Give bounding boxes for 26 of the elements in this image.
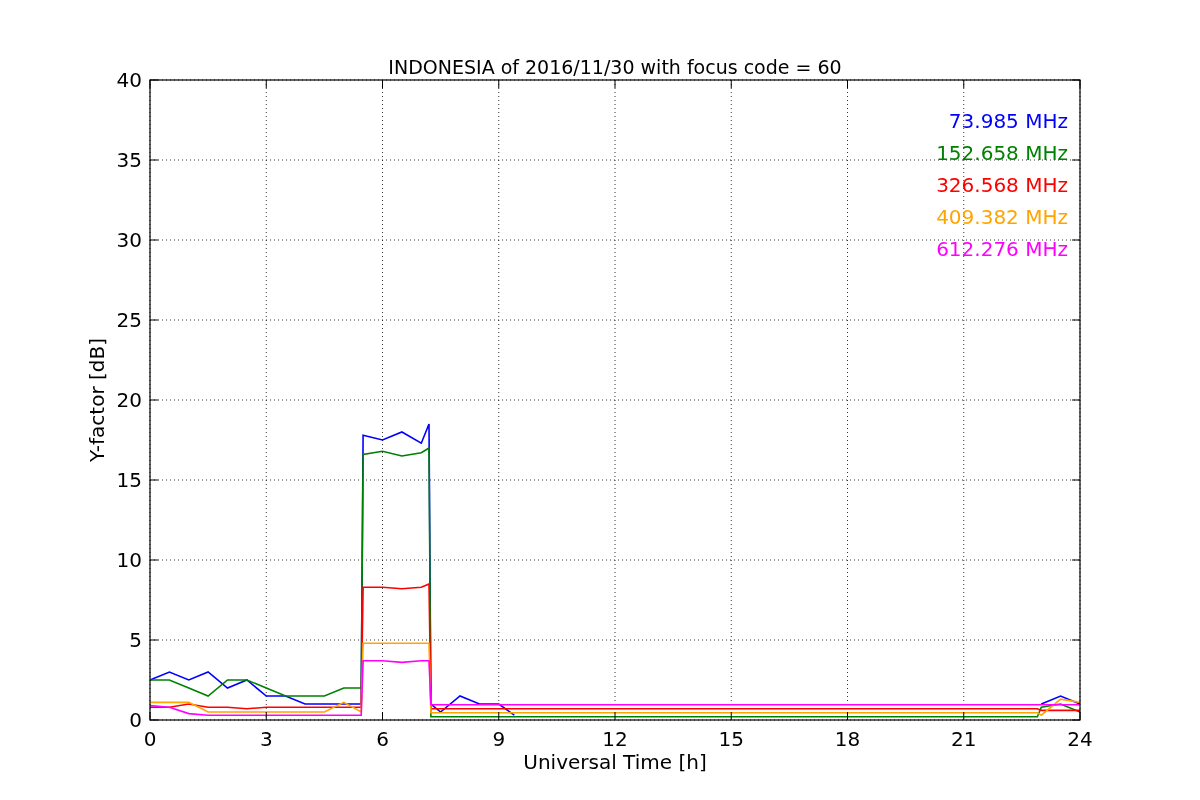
- chart-title: INDONESIA of 2016/11/30 with focus code = 60: [388, 56, 842, 78]
- x-axis-label: Universal Time [h]: [523, 750, 707, 774]
- x-tick-label: 0: [143, 727, 157, 751]
- y-tick-label: 10: [116, 548, 142, 572]
- legend-label: 73.985 MHz: [948, 109, 1068, 133]
- x-tick-label: 6: [376, 727, 389, 751]
- y-axis-label: Y-factor [dB]: [85, 338, 109, 462]
- y-tick-label: 25: [116, 308, 142, 332]
- y-tick-label: 35: [116, 148, 142, 172]
- x-tick-label: 18: [834, 727, 861, 751]
- x-tick-label: 15: [718, 727, 744, 751]
- y-tick-label: 20: [116, 388, 142, 412]
- x-tick-label: 24: [1067, 727, 1093, 751]
- legend-label: 326.568 MHz: [936, 173, 1068, 197]
- y-tick-label: 0: [129, 708, 142, 732]
- x-tick-label: 12: [602, 727, 628, 751]
- x-tick-label: 21: [951, 727, 977, 751]
- legend-label: 612.276 MHz: [936, 237, 1068, 261]
- y-tick-label: 15: [116, 468, 142, 492]
- y-tick-label: 5: [129, 628, 142, 652]
- x-tick-label: 9: [492, 727, 506, 751]
- y-tick-label: 40: [116, 68, 142, 92]
- legend-label: 409.382 MHz: [936, 205, 1068, 229]
- x-tick-label: 3: [259, 727, 273, 751]
- legend-label: 152.658 MHz: [936, 141, 1068, 165]
- y-tick-label: 30: [116, 228, 142, 252]
